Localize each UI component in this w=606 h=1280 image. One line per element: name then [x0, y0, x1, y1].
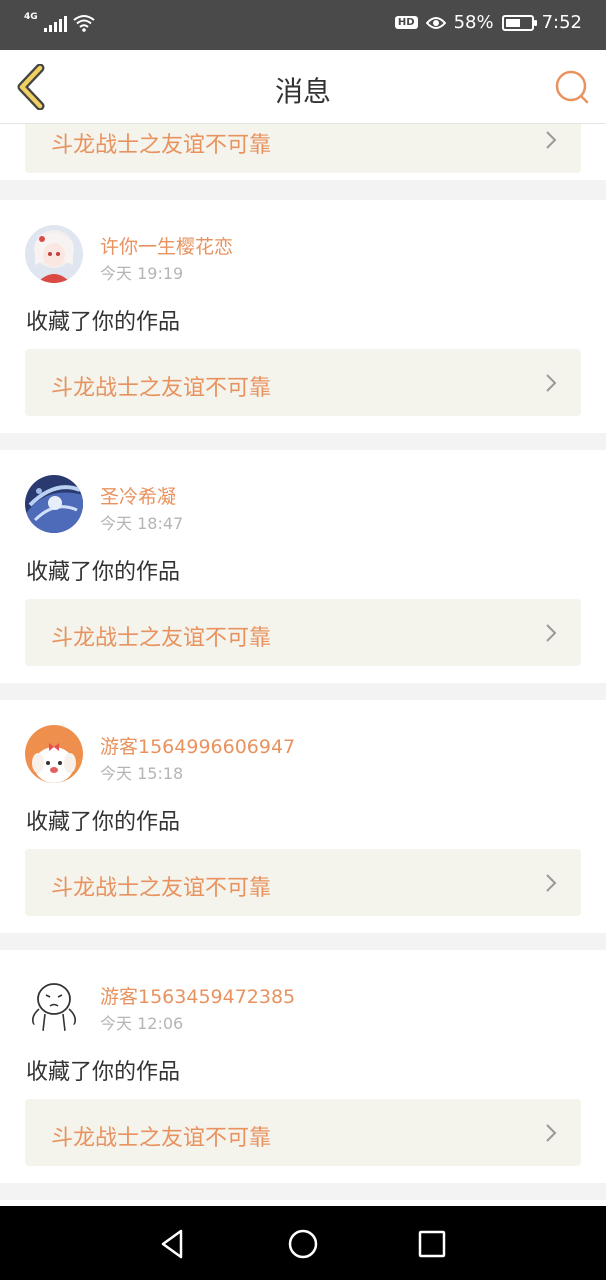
work-link[interactable]: 斗龙战士之友谊不可靠 — [25, 849, 581, 916]
hd-badge: HD — [394, 16, 418, 29]
chevron-right-icon — [546, 624, 557, 642]
work-title: 斗龙战士之友谊不可靠 — [51, 376, 272, 401]
anime-girl-avatar-icon — [25, 225, 83, 283]
wifi-icon — [73, 15, 95, 32]
battery-percent: 58% — [453, 12, 494, 33]
search-icon[interactable] — [552, 68, 592, 108]
avatar[interactable] — [25, 225, 83, 283]
signal-icon — [43, 16, 67, 32]
timestamp: 今天 18:47 — [100, 514, 184, 533]
clock: 7:52 — [541, 12, 582, 33]
chevron-right-icon — [546, 131, 557, 149]
eye-icon — [425, 16, 446, 29]
work-title: 斗龙战士之友谊不可靠 — [51, 876, 272, 901]
system-nav-bar — [0, 1206, 606, 1280]
avatar[interactable] — [25, 725, 83, 783]
timestamp: 今天 12:06 — [100, 1014, 184, 1033]
list-item: 斗龙战士之友谊不可靠 — [0, 124, 606, 180]
work-title: 斗龙战士之友谊不可靠 — [51, 1126, 272, 1151]
battery-icon — [501, 14, 537, 31]
timestamp: 今天 15:18 — [100, 764, 184, 783]
page-title: 消息 — [274, 75, 331, 108]
timestamp: 今天 19:19 — [100, 264, 184, 283]
status-bar: 4G HD 58% 7:52 — [0, 0, 606, 50]
work-link[interactable]: 斗龙战士之友谊不可靠 — [25, 124, 581, 173]
chevron-right-icon — [546, 1124, 557, 1142]
chevron-right-icon — [546, 374, 557, 392]
network-type: 4G — [24, 12, 38, 22]
work-link[interactable]: 斗龙战士之友谊不可靠 — [25, 599, 581, 666]
username[interactable]: 圣冷希凝 — [100, 482, 176, 509]
app-header: 消息 — [0, 50, 606, 124]
status-right: HD 58% 7:52 — [394, 12, 582, 33]
username[interactable]: 游客1563459472385 — [100, 982, 295, 1009]
list-item: 圣冷希凝 今天 18:47 收藏了你的作品 斗龙战士之友谊不可靠 — [0, 450, 606, 683]
action-text: 收藏了你的作品 — [26, 810, 181, 835]
square-recents-icon[interactable] — [414, 1226, 450, 1262]
status-left: 4G — [24, 12, 95, 32]
doodle-avatar-icon — [25, 975, 83, 1033]
cartoon-dog-avatar-icon — [25, 725, 83, 783]
work-title: 斗龙战士之友谊不可靠 — [51, 133, 272, 158]
chevron-right-icon — [546, 874, 557, 892]
action-text: 收藏了你的作品 — [26, 560, 181, 585]
triangle-back-icon[interactable] — [155, 1226, 191, 1262]
action-text: 收藏了你的作品 — [26, 310, 181, 335]
anime-blue-avatar-icon — [25, 475, 83, 533]
message-list: 斗龙战士之友谊不可靠 许你一生樱花恋 今天 19:19 收藏了你的作品 斗龙战士… — [0, 124, 606, 1206]
list-item: 游客1564996606947 今天 15:18 收藏了你的作品 斗龙战士之友谊… — [0, 700, 606, 933]
battery-fill — [505, 18, 520, 27]
list-item: 游客1563459472385 今天 12:06 收藏了你的作品 斗龙战士之友谊… — [0, 950, 606, 1183]
work-title: 斗龙战士之友谊不可靠 — [51, 626, 272, 651]
list-item: 许你一生樱花恋 今天 19:19 收藏了你的作品 斗龙战士之友谊不可靠 — [0, 200, 606, 433]
work-link[interactable]: 斗龙战士之友谊不可靠 — [25, 1099, 581, 1166]
username[interactable]: 游客1564996606947 — [100, 732, 295, 759]
work-link[interactable]: 斗龙战士之友谊不可靠 — [25, 349, 581, 416]
avatar[interactable] — [25, 975, 83, 1033]
circle-home-icon[interactable] — [285, 1226, 321, 1262]
username[interactable]: 许你一生樱花恋 — [100, 232, 233, 259]
avatar[interactable] — [25, 475, 83, 533]
action-text: 收藏了你的作品 — [26, 1060, 181, 1085]
